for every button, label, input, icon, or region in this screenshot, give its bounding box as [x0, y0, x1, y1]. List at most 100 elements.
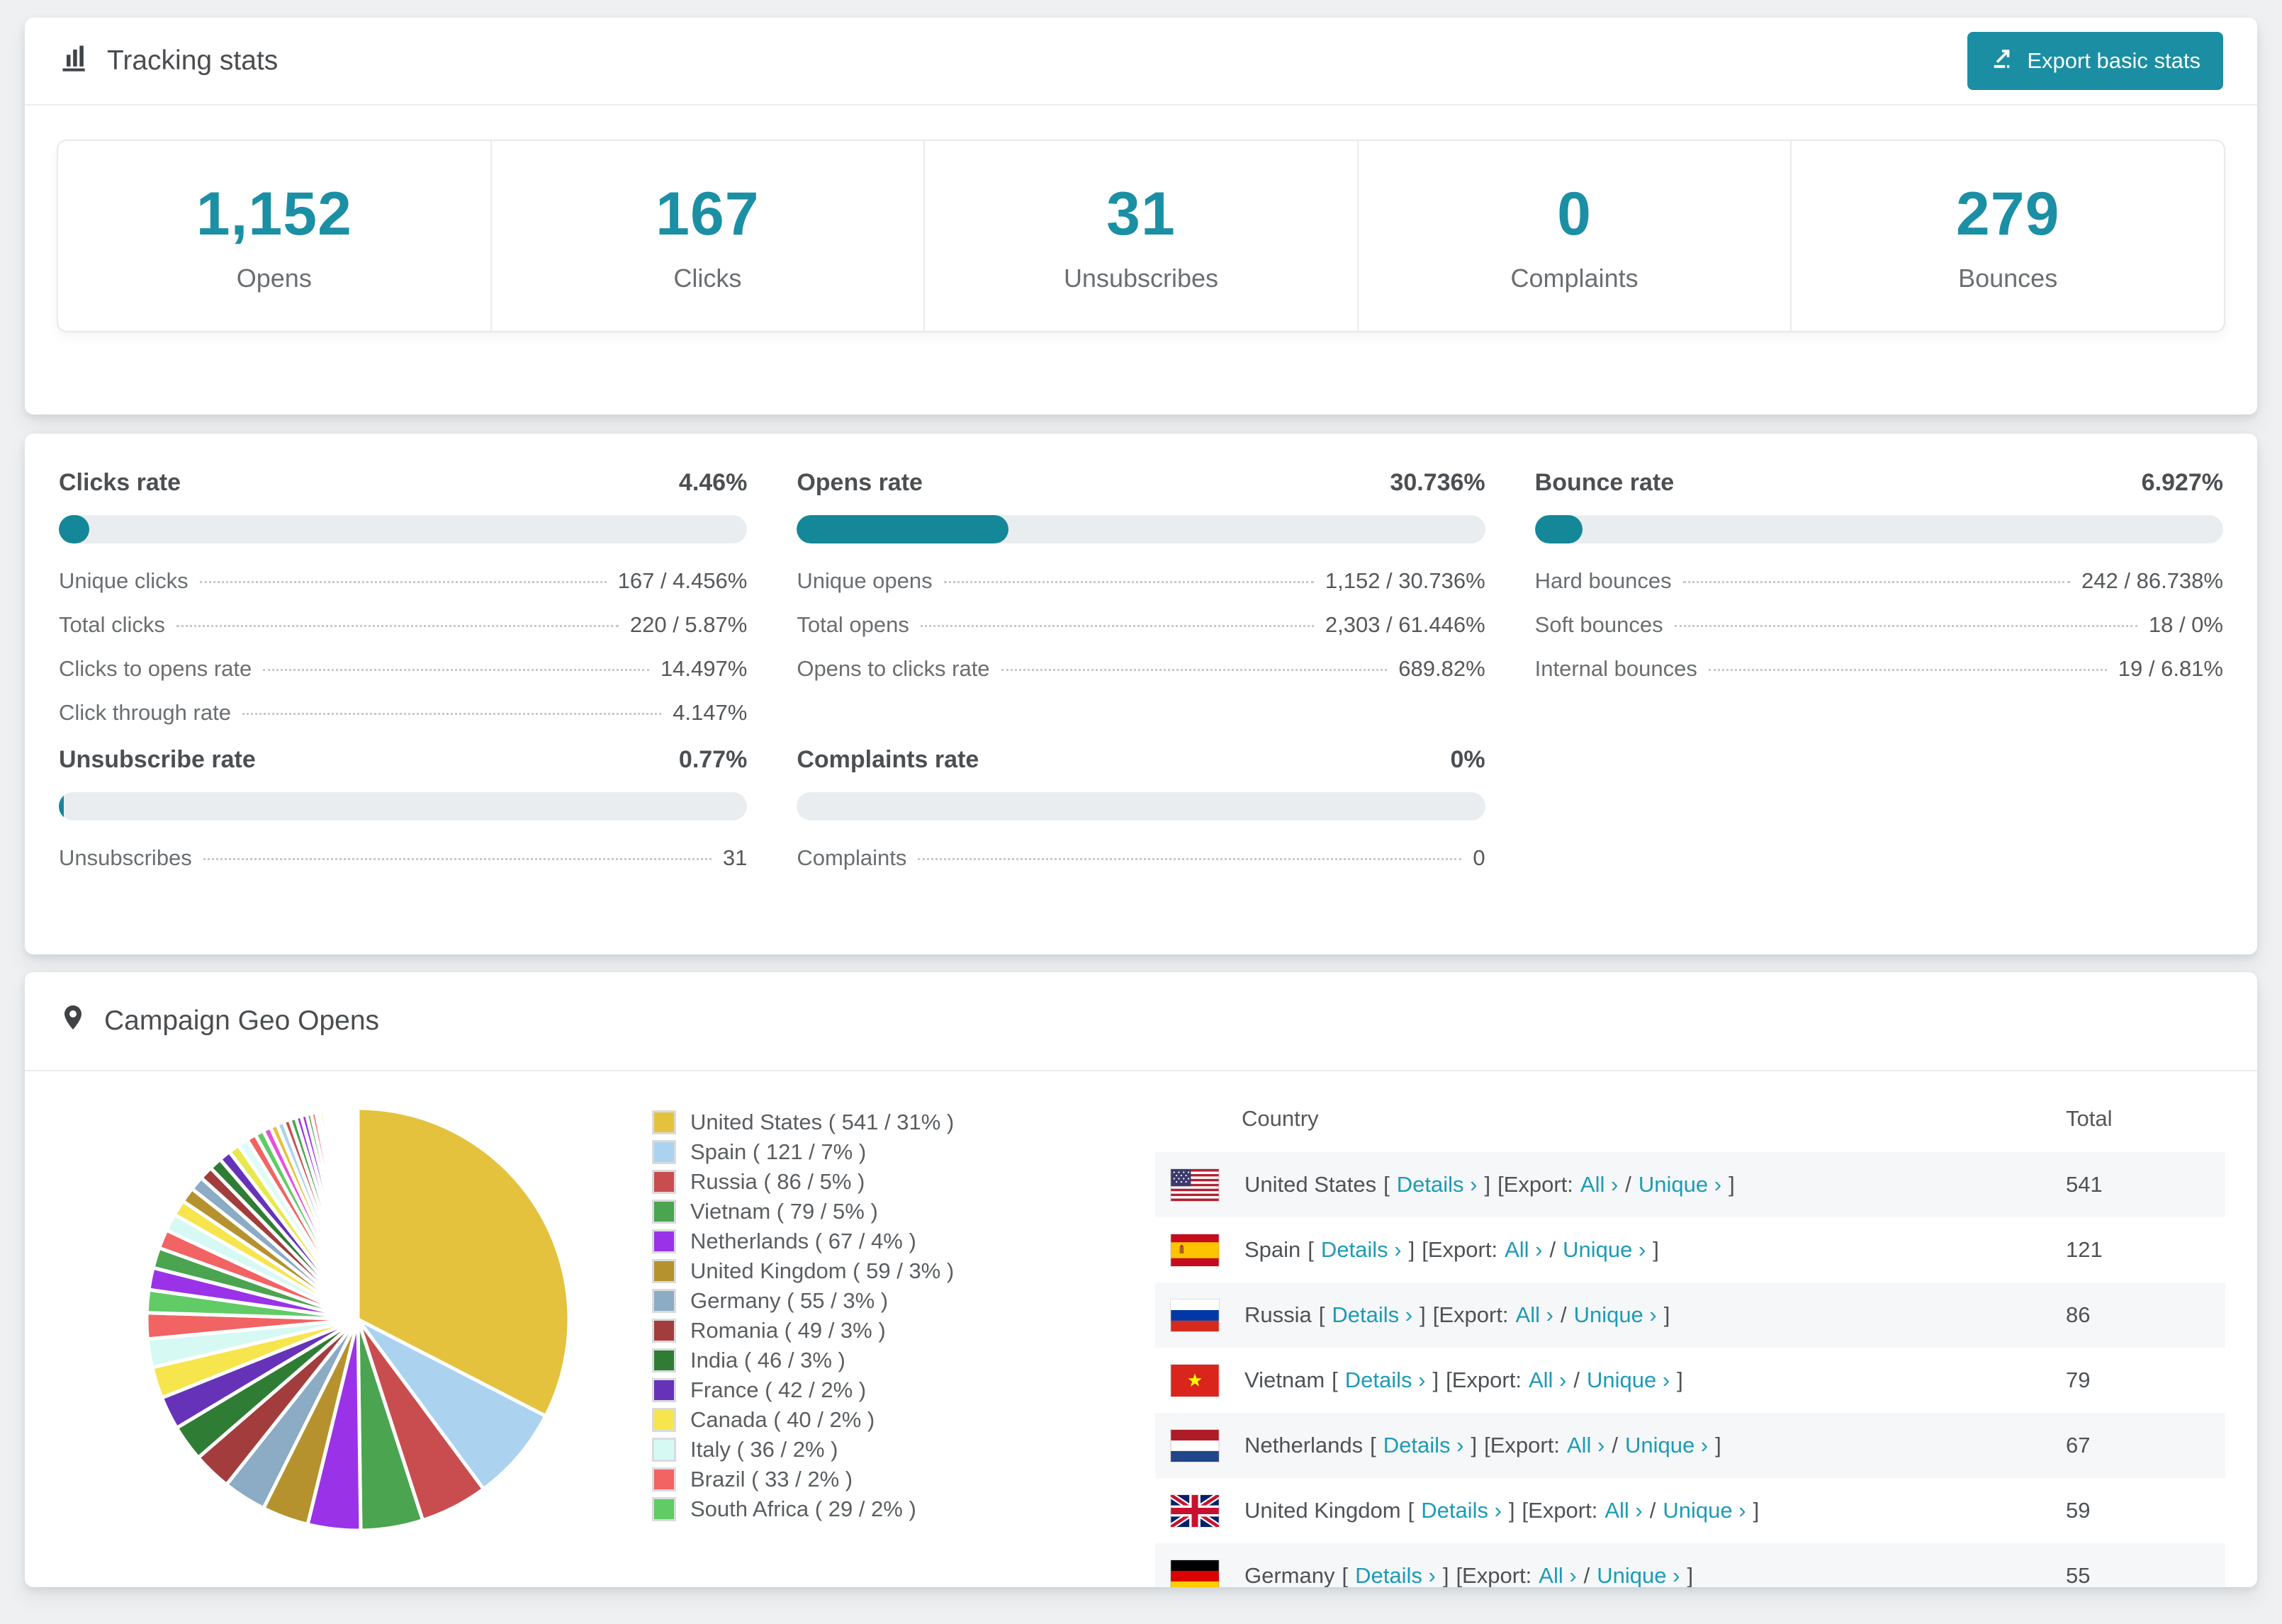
pie-slice [355, 1106, 360, 1321]
export-icon [1990, 46, 2014, 76]
geo-table-row: Netherlands [ Details › ] [Export: All ›… [1155, 1413, 2225, 1478]
geo-table-row: Spain [ Details › ] [Export: All › / Uni… [1155, 1217, 2225, 1282]
bracket: ] [1687, 1563, 1694, 1587]
export-button-label: Export basic stats [2027, 48, 2200, 73]
rate-stat-label: Unique opens [797, 568, 933, 593]
details-link[interactable]: Details › [1355, 1563, 1436, 1587]
legend-item: South Africa ( 29 / 2% ) [652, 1495, 1148, 1523]
legend-item: Netherlands ( 67 / 4% ) [652, 1227, 1148, 1256]
legend-label: United Kingdom ( 59 / 3% ) [690, 1258, 955, 1283]
slash: / [1583, 1563, 1590, 1587]
bracket: ] [1432, 1368, 1439, 1392]
rate-stat-row: Soft bounces 18 / 0% [1535, 613, 2223, 637]
bracket: ] [1653, 1237, 1659, 1262]
legend-swatch [652, 1378, 676, 1402]
rates-card: Clicks rate 4.46% Unique clicks 167 / 4.… [25, 434, 2257, 954]
export-unique-link[interactable]: Unique › [1663, 1498, 1746, 1523]
export-all-link[interactable]: All › [1567, 1433, 1604, 1458]
legend-swatch [652, 1259, 676, 1283]
rate-stat-value: 242 / 86.738% [2081, 568, 2223, 593]
rate-head: Clicks rate 4.46% [59, 469, 747, 497]
geo-title: Campaign Geo Opens [104, 1005, 380, 1036]
dotted-leader [1674, 625, 2137, 627]
rate-stat-label: Unique clicks [59, 568, 189, 593]
total-cell: 121 [2066, 1237, 2103, 1262]
legend-label: Canada ( 40 / 2% ) [690, 1407, 875, 1432]
legend-swatch [652, 1200, 676, 1224]
legend-label: Brazil ( 33 / 2% ) [690, 1467, 853, 1492]
export-all-link[interactable]: All › [1604, 1498, 1642, 1523]
country-cell: Spain [ Details › ] [Export: All › / Uni… [1155, 1234, 2066, 1266]
country-text: United Kingdom [ Details › ] [Export: Al… [1244, 1498, 1759, 1523]
slash: / [1549, 1237, 1556, 1262]
export-unique-link[interactable]: Unique › [1625, 1433, 1708, 1458]
rate-stat-value: 19 / 6.81% [2118, 656, 2223, 681]
bracket: ] [1471, 1433, 1478, 1457]
dotted-leader [1708, 669, 2107, 671]
stat-value: 167 [656, 179, 760, 248]
dotted-leader [920, 625, 1314, 627]
dotted-leader [918, 858, 1462, 860]
stat-cell: 167 Clicks [492, 141, 926, 331]
stat-value: 31 [1106, 179, 1176, 248]
export-unique-link[interactable]: Unique › [1597, 1563, 1680, 1587]
legend-label: India ( 46 / 3% ) [690, 1348, 845, 1372]
total-cell: 67 [2066, 1433, 2091, 1457]
details-link[interactable]: Details › [1397, 1172, 1478, 1197]
details-link[interactable]: Details › [1421, 1498, 1502, 1523]
export-unique-link[interactable]: Unique › [1563, 1237, 1646, 1263]
details-link[interactable]: Details › [1321, 1237, 1402, 1263]
stat-label: Opens [236, 263, 312, 293]
slash: / [1625, 1172, 1631, 1197]
legend-item: Italy ( 36 / 2% ) [652, 1436, 1148, 1464]
export-label: [Export: [1432, 1302, 1509, 1327]
rate-head: Unsubscribe rate 0.77% [59, 746, 747, 774]
export-all-link[interactable]: All › [1539, 1563, 1576, 1587]
rate-stat-row: Unique clicks 167 / 4.456% [59, 569, 747, 593]
bracket: [ [1370, 1433, 1376, 1457]
rate-title: Clicks rate [59, 469, 181, 496]
rate-stat-label: Hard bounces [1534, 568, 1672, 593]
progress-bar-fill [59, 515, 90, 543]
bracket: ] [1663, 1302, 1670, 1327]
progress-bar-fill [59, 792, 64, 821]
export-unique-link[interactable]: Unique › [1587, 1368, 1670, 1393]
bracket: ] [1408, 1237, 1415, 1262]
export-basic-stats-button[interactable]: Export basic stats [1967, 32, 2223, 90]
country-name: Spain [1244, 1237, 1301, 1262]
dotted-leader [203, 858, 712, 860]
details-link[interactable]: Details › [1345, 1368, 1426, 1393]
de-flag-icon [1171, 1560, 1219, 1587]
tracking-stats-title: Tracking stats [59, 42, 278, 80]
rate-title: Bounce rate [1534, 469, 1675, 496]
us-flag-icon [1171, 1168, 1219, 1201]
legend-item: India ( 46 / 3% ) [652, 1346, 1148, 1375]
export-all-link[interactable]: All › [1505, 1237, 1542, 1263]
bracket: ] [1484, 1172, 1491, 1197]
export-label: [Export: [1456, 1563, 1532, 1587]
legend-label: Netherlands ( 67 / 4% ) [690, 1229, 916, 1253]
rate-stat-label: Complaints [797, 845, 907, 870]
legend-swatch [652, 1408, 676, 1432]
progress-bar-fill [1534, 515, 1583, 543]
rate-stat-label: Clicks to opens rate [59, 656, 252, 681]
export-all-link[interactable]: All › [1580, 1172, 1618, 1197]
legend-item: United States ( 541 / 31% ) [652, 1108, 1148, 1137]
details-link[interactable]: Details › [1383, 1433, 1464, 1458]
country-cell: Netherlands [ Details › ] [Export: All ›… [1155, 1429, 2066, 1462]
geo-table-row: United Kingdom [ Details › ] [Export: Al… [1155, 1478, 2225, 1543]
geo-table-body: United States [ Details › ] [Export: All… [1155, 1152, 2225, 1587]
details-link[interactable]: Details › [1332, 1302, 1412, 1328]
bracket: ] [1420, 1302, 1426, 1327]
gb-flag-icon [1171, 1494, 1219, 1527]
legend-swatch [652, 1319, 676, 1343]
geo-table: Country Total United States [ Details › … [1155, 1086, 2225, 1587]
rate-rows: Hard bounces 242 / 86.738% Soft bounces … [1535, 569, 2223, 681]
export-unique-link[interactable]: Unique › [1639, 1172, 1721, 1197]
export-all-link[interactable]: All › [1516, 1302, 1553, 1328]
country-cell: United Kingdom [ Details › ] [Export: Al… [1155, 1494, 2066, 1527]
export-unique-link[interactable]: Unique › [1574, 1302, 1657, 1328]
stat-value: 279 [1955, 179, 2060, 248]
export-all-link[interactable]: All › [1529, 1368, 1566, 1393]
country-text: Germany [ Details › ] [Export: All › / U… [1244, 1563, 1693, 1587]
